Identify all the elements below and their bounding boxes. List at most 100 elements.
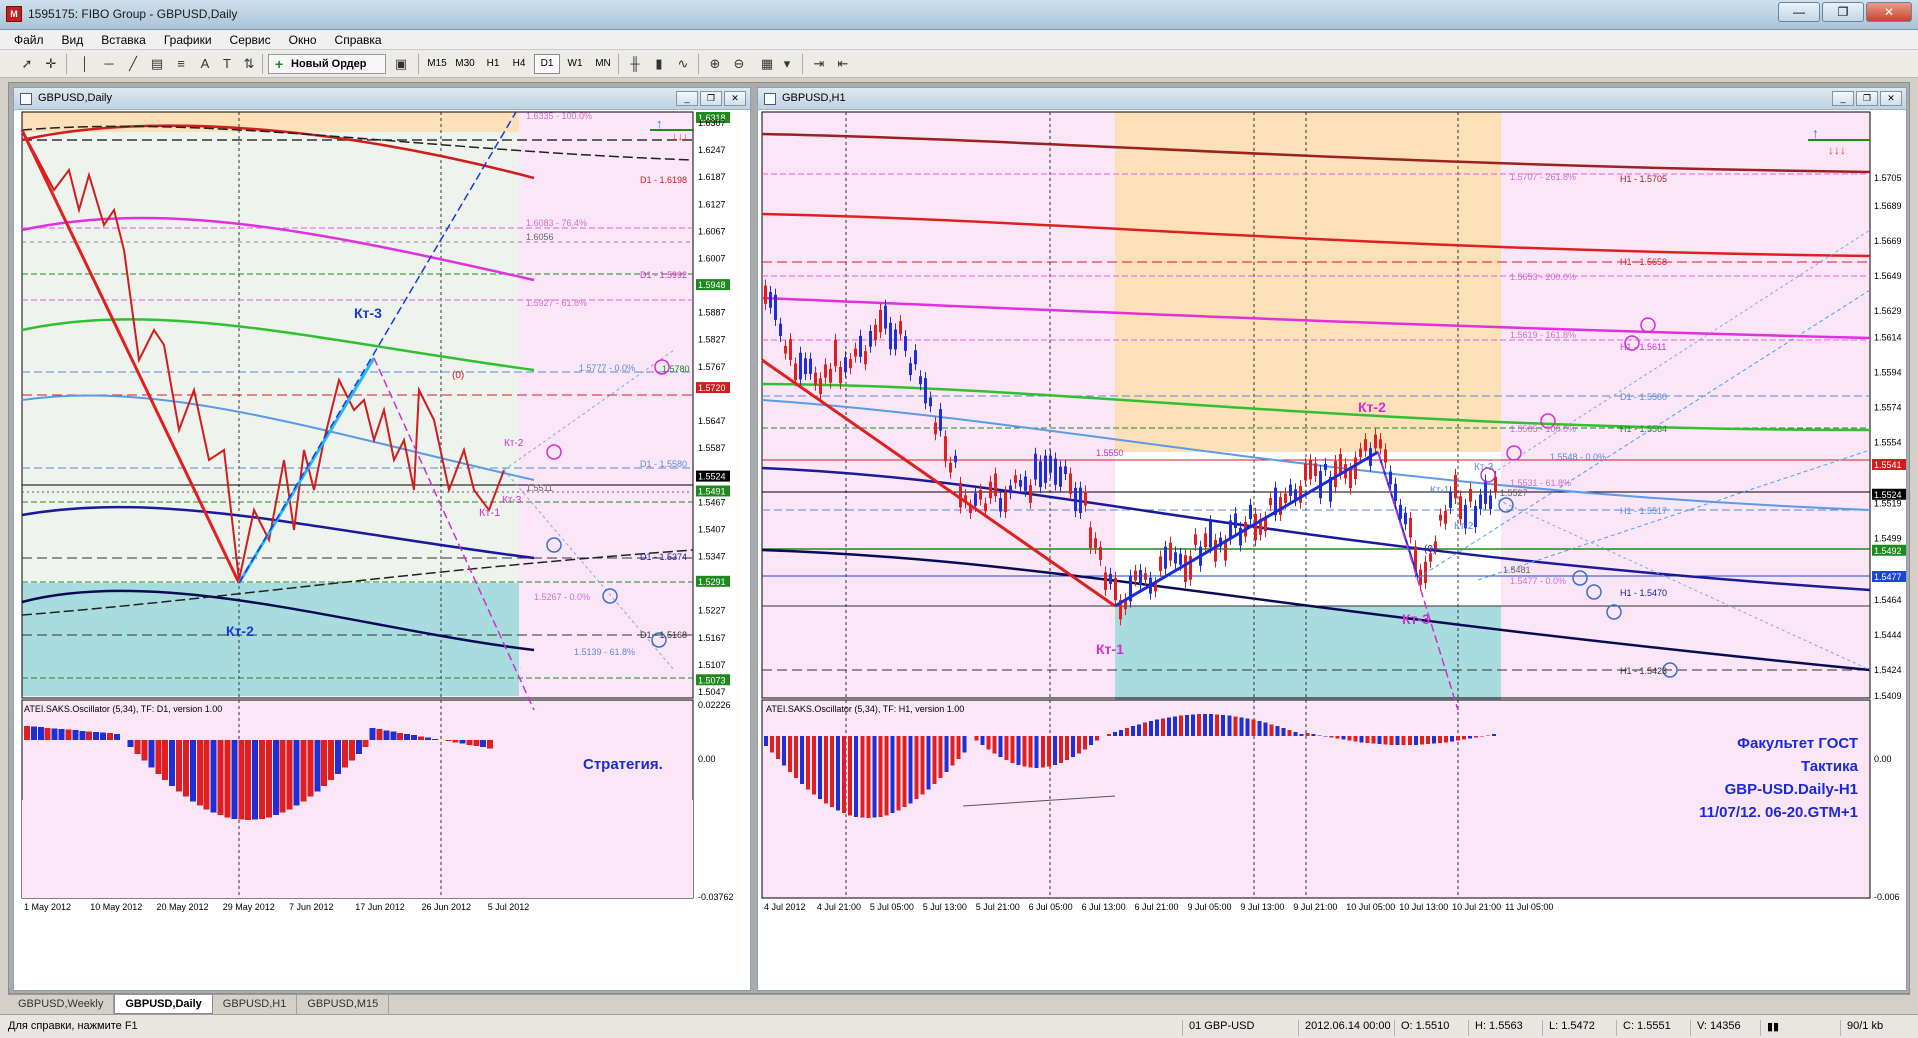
candle-body: [909, 363, 912, 376]
maximize-button[interactable]: ❐: [1822, 2, 1864, 22]
price-tag-label: 1.5524: [698, 472, 726, 482]
oscillator-bar: [1269, 724, 1274, 736]
candle-body: [914, 350, 917, 365]
chart-window-gbpusd-daily[interactable]: GBPUSD,Daily _ ❐ ✕ 1.6335 - 100.0% D1 - …: [13, 87, 751, 991]
chart-shift-icon[interactable]: ⇤: [832, 54, 854, 74]
tab-gbpusd-m15[interactable]: GBPUSD,M15: [297, 995, 390, 1014]
menu-help[interactable]: Справка: [335, 33, 382, 47]
chart-restore-button[interactable]: ❐: [700, 91, 722, 106]
price-label: 1.5587: [698, 443, 726, 453]
oscillator-bar: [169, 740, 176, 786]
menu-file[interactable]: Файл: [14, 33, 44, 47]
oscillator-bar: [800, 736, 805, 784]
tf-m30-button[interactable]: M30: [452, 54, 478, 74]
oscillator-bar: [902, 736, 907, 808]
oscillator-bar: [1335, 736, 1340, 739]
price-label: 1.5047: [698, 687, 726, 697]
candle-body: [1114, 577, 1117, 601]
oscillator-bar: [1064, 736, 1069, 761]
tab-gbpusd-daily[interactable]: GBPUSD,Daily: [114, 995, 213, 1014]
h1-chart-canvas[interactable]: 1.5707 - 261.8% H1 - 1.5705 H1 - 1.5658 …: [758, 110, 1906, 990]
candle-body: [1269, 498, 1272, 506]
chart-window-title: GBPUSD,H1: [782, 92, 846, 104]
autoscroll-icon[interactable]: ⇥: [808, 54, 830, 74]
status-open: O: 1.5510: [1394, 1020, 1449, 1036]
tab-gbpusd-h1[interactable]: GBPUSD,H1: [213, 995, 298, 1014]
price-label: 1.5669: [1874, 236, 1902, 246]
oscillator-bar: [459, 740, 466, 744]
chart-close-button[interactable]: ✕: [1880, 91, 1902, 106]
candle-body: [849, 359, 852, 369]
menu-tools[interactable]: Сервис: [230, 33, 271, 47]
price-label: 1.5167: [698, 633, 726, 643]
bar-chart-icon[interactable]: ╫: [624, 54, 646, 74]
daily-chart-canvas[interactable]: 1.6335 - 100.0% D1 - 1.6198 1.6083 - 76.…: [14, 110, 750, 990]
tf-h1-button[interactable]: H1: [480, 54, 506, 74]
oscillator-bar: [866, 736, 871, 818]
cursor-icon[interactable]: ➚: [16, 54, 38, 74]
candle-body: [839, 366, 842, 384]
oscillator-bar: [1395, 736, 1400, 745]
label-icon[interactable]: T: [216, 54, 238, 74]
close-button[interactable]: ✕: [1866, 2, 1912, 22]
tab-gbpusd-weekly[interactable]: GBPUSD,Weekly: [8, 995, 115, 1014]
new-order-button[interactable]: Новый Ордер: [268, 54, 386, 74]
oscillator-bar: [411, 735, 418, 740]
oscillator-bar: [1341, 736, 1346, 740]
oscillator-bar: [1485, 735, 1490, 736]
candle-chart-icon[interactable]: ▮: [648, 54, 670, 74]
chart-window-icon[interactable]: ▣: [390, 54, 412, 74]
oscillator-bar: [404, 734, 411, 740]
oscillator-bar: [1197, 714, 1202, 736]
label-fib0: 1.5548 - 0.0%: [1550, 452, 1606, 462]
label-6056: 1.6056: [526, 232, 554, 242]
tf-mn-button[interactable]: MN: [590, 54, 616, 74]
chart-minimize-button[interactable]: _: [676, 91, 698, 106]
fibo-icon[interactable]: ≡: [170, 54, 192, 74]
price-label: 1.5689: [1874, 201, 1902, 211]
horizontal-line-icon[interactable]: ─: [98, 54, 120, 74]
menu-charts[interactable]: Графики: [164, 33, 212, 47]
trendline-icon[interactable]: ╱: [122, 54, 144, 74]
menu-window[interactable]: Окно: [289, 33, 317, 47]
price-label: 1.5227: [698, 606, 726, 616]
zoom-out-icon[interactable]: ⊖: [728, 54, 750, 74]
oscillator-bar: [926, 736, 931, 790]
chart-minimize-button[interactable]: _: [1832, 91, 1854, 106]
label-d1-5: D1 - 1.5168: [640, 630, 687, 640]
text-icon[interactable]: A: [194, 54, 216, 74]
oscillator-bar: [1293, 731, 1298, 736]
channel-icon[interactable]: ▤: [146, 54, 168, 74]
price-label: 1.5464: [1874, 595, 1902, 605]
candle-body: [1049, 455, 1052, 473]
chevron-down-icon[interactable]: ▾: [776, 54, 798, 74]
chart-window-gbpusd-h1[interactable]: GBPUSD,H1 _ ❐ ✕ 1.5707 - 261.8% H1 - 1.5…: [757, 87, 1907, 991]
label-h1-2: H1 - 1.5658: [1620, 257, 1667, 267]
tf-d1-button[interactable]: D1: [534, 54, 560, 74]
candle-body: [1084, 491, 1087, 506]
chart-restore-button[interactable]: ❐: [1856, 91, 1878, 106]
date-label: 4 Jul 21:00: [817, 902, 861, 912]
vertical-line-icon[interactable]: │: [74, 54, 96, 74]
candle-body: [954, 455, 957, 463]
price-axis: 1.63181.63071.62471.61871.61271.60671.60…: [696, 112, 730, 697]
tf-h4-button[interactable]: H4: [506, 54, 532, 74]
oscillator-bar: [224, 740, 231, 818]
oscillator-bar: [1407, 736, 1412, 745]
price-tag-label: 1.5492: [1874, 546, 1902, 556]
connection-icon: ▮▮: [1760, 1020, 1788, 1036]
chart-grid-icon[interactable]: ▦: [756, 54, 778, 74]
line-chart-icon[interactable]: ∿: [672, 54, 694, 74]
tf-w1-button[interactable]: W1: [562, 54, 588, 74]
menu-insert[interactable]: Вставка: [101, 33, 146, 47]
menu-view[interactable]: Вид: [62, 33, 84, 47]
toolbar-separator: [418, 54, 419, 74]
price-label: 1.5407: [698, 524, 726, 534]
minimize-button[interactable]: —: [1778, 2, 1820, 22]
zoom-in-icon[interactable]: ⊕: [704, 54, 726, 74]
oscillator-bar: [1443, 736, 1448, 743]
tf-m15-button[interactable]: M15: [424, 54, 450, 74]
crosshair-icon[interactable]: ✛: [40, 54, 62, 74]
arrows-icon[interactable]: ⇅: [238, 54, 260, 74]
chart-close-button[interactable]: ✕: [724, 91, 746, 106]
